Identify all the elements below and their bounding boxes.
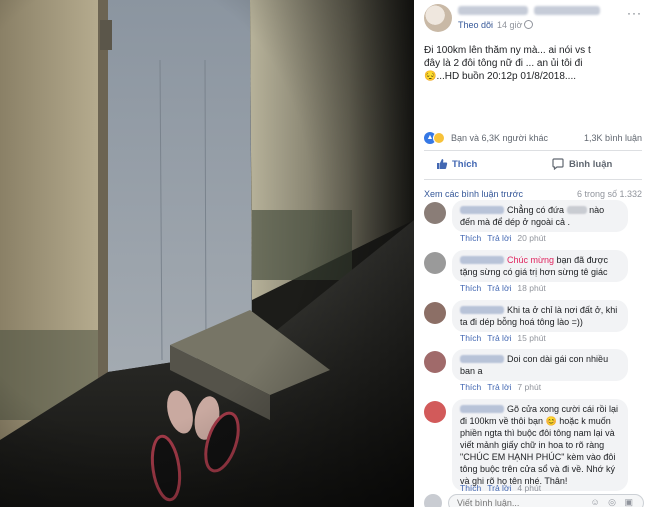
post-caption: Đi 100km lên thăm ny mà... ai nói vs t đ… — [424, 45, 591, 82]
my-avatar — [424, 494, 442, 507]
comment-bubble-icon[interactable] — [552, 158, 564, 170]
comment-reply-link[interactable]: Trả lời — [487, 283, 511, 293]
commenter-avatar[interactable] — [424, 302, 446, 324]
post-photo[interactable] — [0, 0, 414, 507]
reaction-text[interactable]: Bạn và 6,3K người khác — [451, 133, 548, 143]
post-header: Theo dõi · 14 giờ ··· — [414, 0, 650, 34]
commenter-avatar[interactable] — [424, 252, 446, 274]
comment-highlight-text: Chúc mừng — [507, 255, 555, 265]
author-name-redacted[interactable] — [458, 6, 528, 15]
comment-reply-link[interactable]: Trả lời — [487, 382, 511, 392]
comment-count[interactable]: 1,3K bình luận — [584, 133, 642, 143]
commenter-avatar[interactable] — [424, 401, 446, 423]
comment-time[interactable]: 15 phút — [517, 333, 545, 343]
tagged-name-redacted[interactable] — [566, 206, 587, 214]
author-avatar[interactable] — [424, 4, 452, 32]
comment-bubble: Chẳng có đứa nào đến mà để dép ở ngoài c… — [452, 200, 628, 232]
commenter-name-redacted[interactable] — [460, 355, 504, 363]
comment-like-link[interactable]: Thích — [460, 483, 481, 493]
post-timestamp[interactable]: 14 giờ — [497, 20, 522, 30]
commenter-name-redacted[interactable] — [460, 405, 504, 413]
comment-bubble: Gõ cửa xong cười cái rồi lại đi 100km về… — [452, 399, 628, 491]
commenter-name-redacted[interactable] — [460, 256, 504, 264]
commenter-name-redacted[interactable] — [460, 206, 504, 214]
thumbs-up-icon[interactable] — [436, 158, 448, 170]
view-previous-comments-link[interactable]: Xem các bình luận trước — [424, 189, 523, 199]
comment-reply-link[interactable]: Trả lời — [487, 483, 511, 493]
comment-text: Gõ cửa xong cười cái rồi lại đi 100km về… — [460, 404, 618, 486]
sad-reaction-icon — [433, 132, 445, 144]
comment-bubble: Chúc mừng bạn đã được tặng sừng có giá t… — [452, 250, 628, 282]
comment-button[interactable]: Bình luận — [569, 159, 612, 170]
comment-like-link[interactable]: Thích — [460, 283, 481, 293]
commenter-avatar[interactable] — [424, 351, 446, 373]
comment-actions: Thích Trả lời 15 phút — [460, 333, 552, 343]
group-name-redacted[interactable] — [534, 6, 600, 15]
comment-time[interactable]: 20 phút — [517, 233, 545, 243]
more-options-icon[interactable]: ··· — [627, 6, 642, 20]
comment-bubble: Doi con dài gái con nhiều ban a — [452, 349, 628, 381]
follow-link[interactable]: Theo dõi — [458, 20, 493, 30]
like-button[interactable]: Thích — [452, 159, 477, 170]
comment-progress: 6 trong số 1.332 — [576, 189, 642, 199]
post-action-bar: Thích Bình luận — [424, 150, 642, 180]
comment-like-link[interactable]: Thích — [460, 233, 481, 243]
comment-actions: Thích Trả lời 4 phút — [460, 483, 547, 493]
comment-time[interactable]: 4 phút — [517, 483, 541, 493]
post-side-panel: Theo dõi · 14 giờ ··· Đi 100km lên thăm … — [414, 0, 650, 507]
comment-reply-link[interactable]: Trả lời — [487, 233, 511, 243]
comment-time[interactable]: 7 phút — [517, 382, 541, 392]
comment-text: Chẳng có đứa — [507, 205, 565, 215]
comment-bubble: Khi ta ở chỉ là nơi đất ở, khi ta đi dép… — [452, 300, 628, 332]
comment-actions: Thích Trả lời 18 phút — [460, 283, 552, 293]
globe-icon — [524, 20, 533, 29]
comment-like-link[interactable]: Thích — [460, 382, 481, 392]
comment-attachment-icons[interactable]: ☺ ◎ ▣ — [590, 497, 636, 507]
commenter-avatar[interactable] — [424, 202, 446, 224]
separator-dot: · — [490, 19, 493, 29]
commenter-name-redacted[interactable] — [460, 306, 504, 314]
comment-like-link[interactable]: Thích — [460, 333, 481, 343]
comment-reply-link[interactable]: Trả lời — [487, 333, 511, 343]
comment-actions: Thích Trả lời 7 phút — [460, 382, 547, 392]
comment-actions: Thích Trả lời 20 phút — [460, 233, 552, 243]
photo-scene — [0, 0, 414, 507]
write-comment-row: ☺ ◎ ▣ — [420, 494, 644, 507]
reaction-summary[interactable]: ▲ Bạn và 6,3K người khác 1,3K bình luận — [424, 132, 642, 146]
comment-time[interactable]: 18 phút — [517, 283, 545, 293]
